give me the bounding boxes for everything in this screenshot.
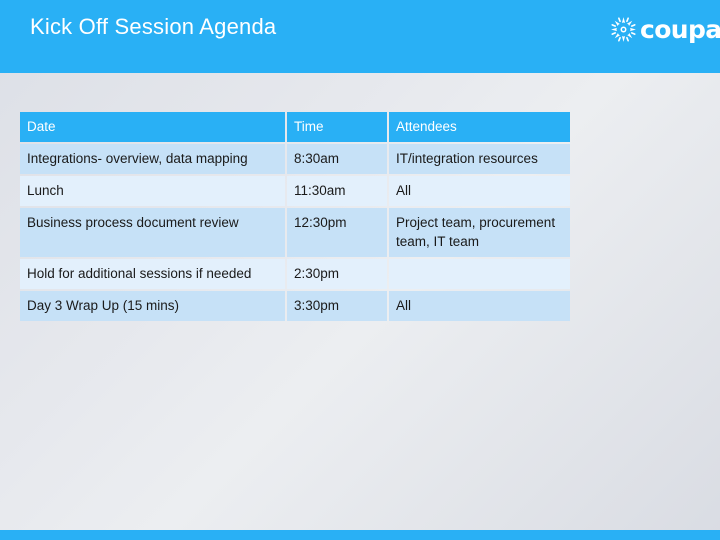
cell-date: Hold for additional sessions if needed [20,259,285,289]
coupa-starburst-icon [611,16,636,42]
table-row: Hold for additional sessions if needed 2… [20,259,570,289]
table-row: Integrations- overview, data mapping 8:3… [20,144,570,174]
table-row: Lunch 11:30am All [20,176,570,206]
cell-attendees: Project team, procurement team, IT team [389,208,570,257]
slide-canvas: Kick Off Session Agenda coupa Date Time … [0,0,720,540]
table-row: Business process document review 12:30pm… [20,208,570,257]
cell-attendees: IT/integration resources [389,144,570,174]
cell-date: Lunch [20,176,285,206]
slide-header-banner: Kick Off Session Agenda coupa [0,0,720,73]
cell-time: 12:30pm [287,208,387,257]
cell-attendees: All [389,291,570,321]
column-header-time: Time [287,112,387,142]
table-header-row: Date Time Attendees [20,112,570,142]
coupa-logo: coupa [610,13,720,45]
cell-time: 11:30am [287,176,387,206]
table-header: Date Time Attendees [20,112,570,142]
agenda-table: Date Time Attendees Integrations- overvi… [18,110,572,323]
coupa-wordmark: coupa [640,14,720,44]
cell-attendees [389,259,570,289]
cell-date: Business process document review [20,208,285,257]
cell-attendees: All [389,176,570,206]
table-body: Integrations- overview, data mapping 8:3… [20,144,570,321]
table-row: Day 3 Wrap Up (15 mins) 3:30pm All [20,291,570,321]
column-header-attendees: Attendees [389,112,570,142]
cell-date: Integrations- overview, data mapping [20,144,285,174]
cell-time: 2:30pm [287,259,387,289]
footer-accent-strip [0,530,720,540]
column-header-date: Date [20,112,285,142]
page-title: Kick Off Session Agenda [30,14,277,39]
cell-date: Day 3 Wrap Up (15 mins) [20,291,285,321]
cell-time: 8:30am [287,144,387,174]
cell-time: 3:30pm [287,291,387,321]
